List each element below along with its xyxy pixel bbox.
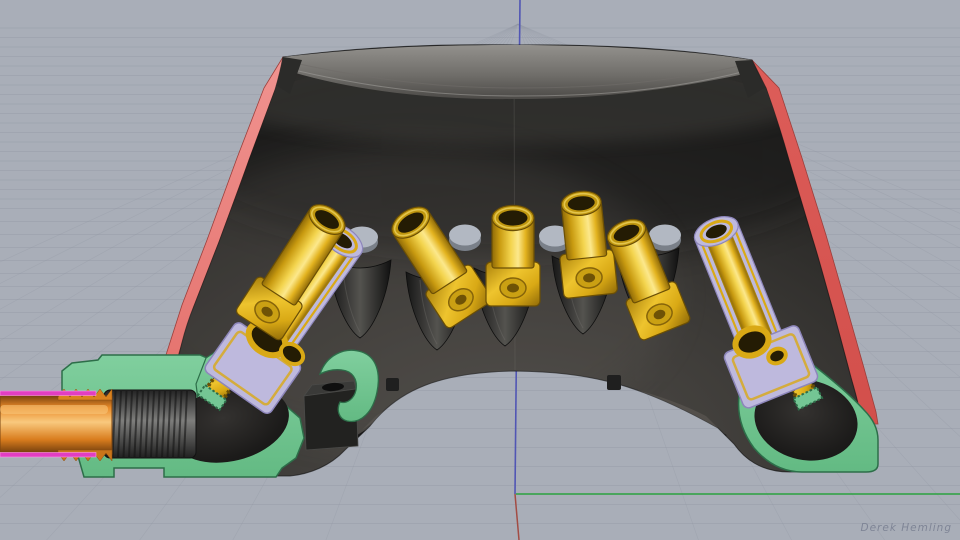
nozzle-4[interactable] bbox=[485, 204, 541, 307]
cad-canvas[interactable]: Derek Hemling bbox=[0, 0, 960, 540]
watermark-signature: Derek Hemling bbox=[861, 522, 952, 534]
pipe-highlight bbox=[0, 405, 108, 414]
pipe-section-edge-bottom bbox=[0, 452, 97, 458]
small-lug-left[interactable] bbox=[386, 378, 399, 391]
pipe-section-edge-top bbox=[0, 390, 97, 396]
cad-viewport[interactable]: Derek Hemling bbox=[0, 0, 960, 540]
small-lug-right[interactable] bbox=[607, 375, 621, 390]
machined-boss bbox=[449, 224, 481, 251]
tube-opening bbox=[498, 210, 528, 226]
copper-pipe bbox=[0, 395, 113, 455]
